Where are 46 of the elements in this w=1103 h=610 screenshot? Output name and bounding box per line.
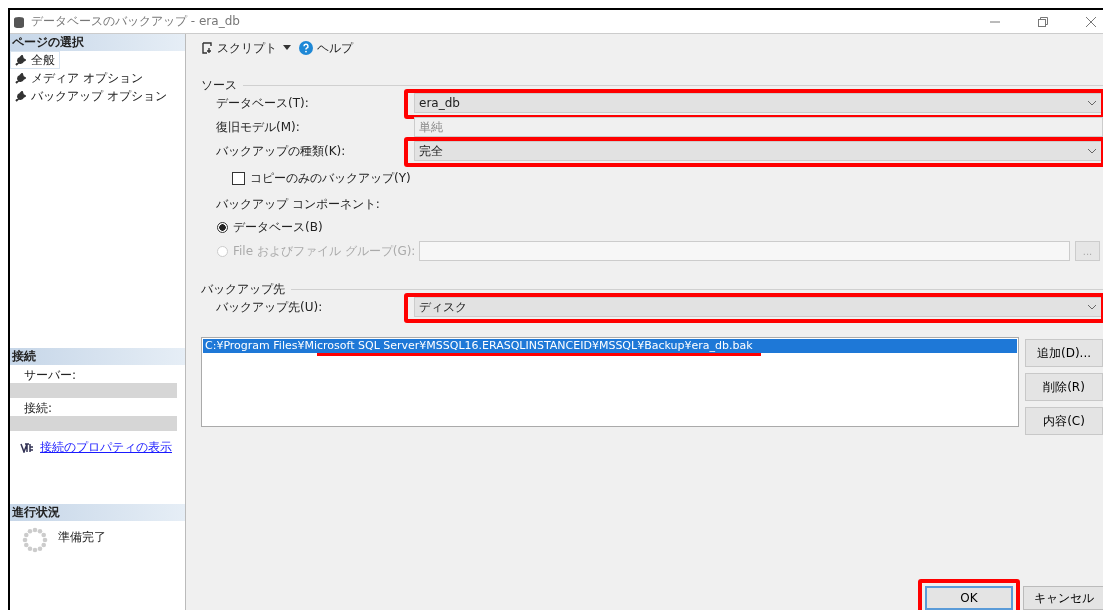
side-button[interactable]: 削除(R): [1025, 373, 1103, 401]
chevron-down-icon: [1087, 100, 1097, 107]
section-header: ページの選択: [10, 34, 185, 51]
page-item[interactable]: 全般: [10, 51, 60, 69]
field-label: バックアップの種類(K):: [216, 142, 347, 160]
dropdown-caret-icon: [283, 45, 291, 51]
page-item[interactable]: バックアップ オプション: [10, 87, 172, 105]
group-title: ソース: [201, 76, 237, 94]
spinner-icon: [22, 527, 48, 553]
field-label: データベース(T):: [216, 94, 310, 112]
close-icon: [1085, 15, 1097, 28]
section-header: 進行状況: [10, 504, 185, 521]
field-label: サーバー:: [23, 367, 78, 382]
list-item[interactable]: C:¥Program Files¥Microsoft SQL Server¥MSSQL16.ERASQLINSTANCEID¥MSSQL¥Backup¥era_db.bak: [203, 339, 1017, 353]
ok-button[interactable]: OK: [925, 586, 1013, 610]
page-item[interactable]: メディア オプション: [10, 69, 148, 87]
database-icon: [13, 15, 25, 28]
chevron-down-icon: [1087, 148, 1097, 155]
field-label: 接続:: [23, 400, 54, 415]
script-icon: [201, 42, 213, 54]
field-label: バックアップ先(U):: [216, 298, 324, 316]
restore-icon: [1037, 15, 1049, 28]
help-icon: [299, 41, 313, 55]
properties-link[interactable]: 接続のプロパティの表示: [40, 439, 172, 456]
radio-button[interactable]: データベース(B): [217, 218, 399, 236]
dropdown-field[interactable]: era_db: [414, 93, 1103, 114]
field-label: 復旧モデル(M):: [216, 118, 301, 136]
wrench-icon: [15, 90, 26, 102]
wrench-icon: [15, 54, 26, 66]
dropdown-field[interactable]: ディスク: [414, 297, 1103, 317]
wrench-icon: [15, 72, 26, 84]
status-text: 準備完了: [58, 529, 106, 546]
side-button[interactable]: 追加(D)...: [1025, 339, 1103, 367]
chevron-down-icon: [1087, 304, 1097, 310]
cancel-button[interactable]: キャンセル: [1023, 586, 1103, 610]
destination-list[interactable]: C:¥Program Files¥Microsoft SQL Server¥MSSQL16.ERASQLINSTANCEID¥MSSQL¥Backup¥era_db.bak: [201, 337, 1019, 427]
window-title: データベースのバックアップ - era_db: [31, 13, 240, 30]
group-title: バックアップ先: [201, 280, 285, 298]
checkbox[interactable]: コピーのみのバックアップ(Y): [232, 169, 411, 187]
dropdown-field[interactable]: 完全: [414, 141, 1103, 162]
field-label: バックアップ コンポーネント:: [216, 195, 381, 213]
script-button[interactable]: スクリプト: [201, 39, 277, 57]
section-header: 接続: [10, 348, 185, 365]
help-button[interactable]: ヘルプ: [299, 39, 353, 57]
readonly-field: 単純: [414, 117, 1103, 138]
side-button[interactable]: 内容(C): [1025, 407, 1103, 435]
